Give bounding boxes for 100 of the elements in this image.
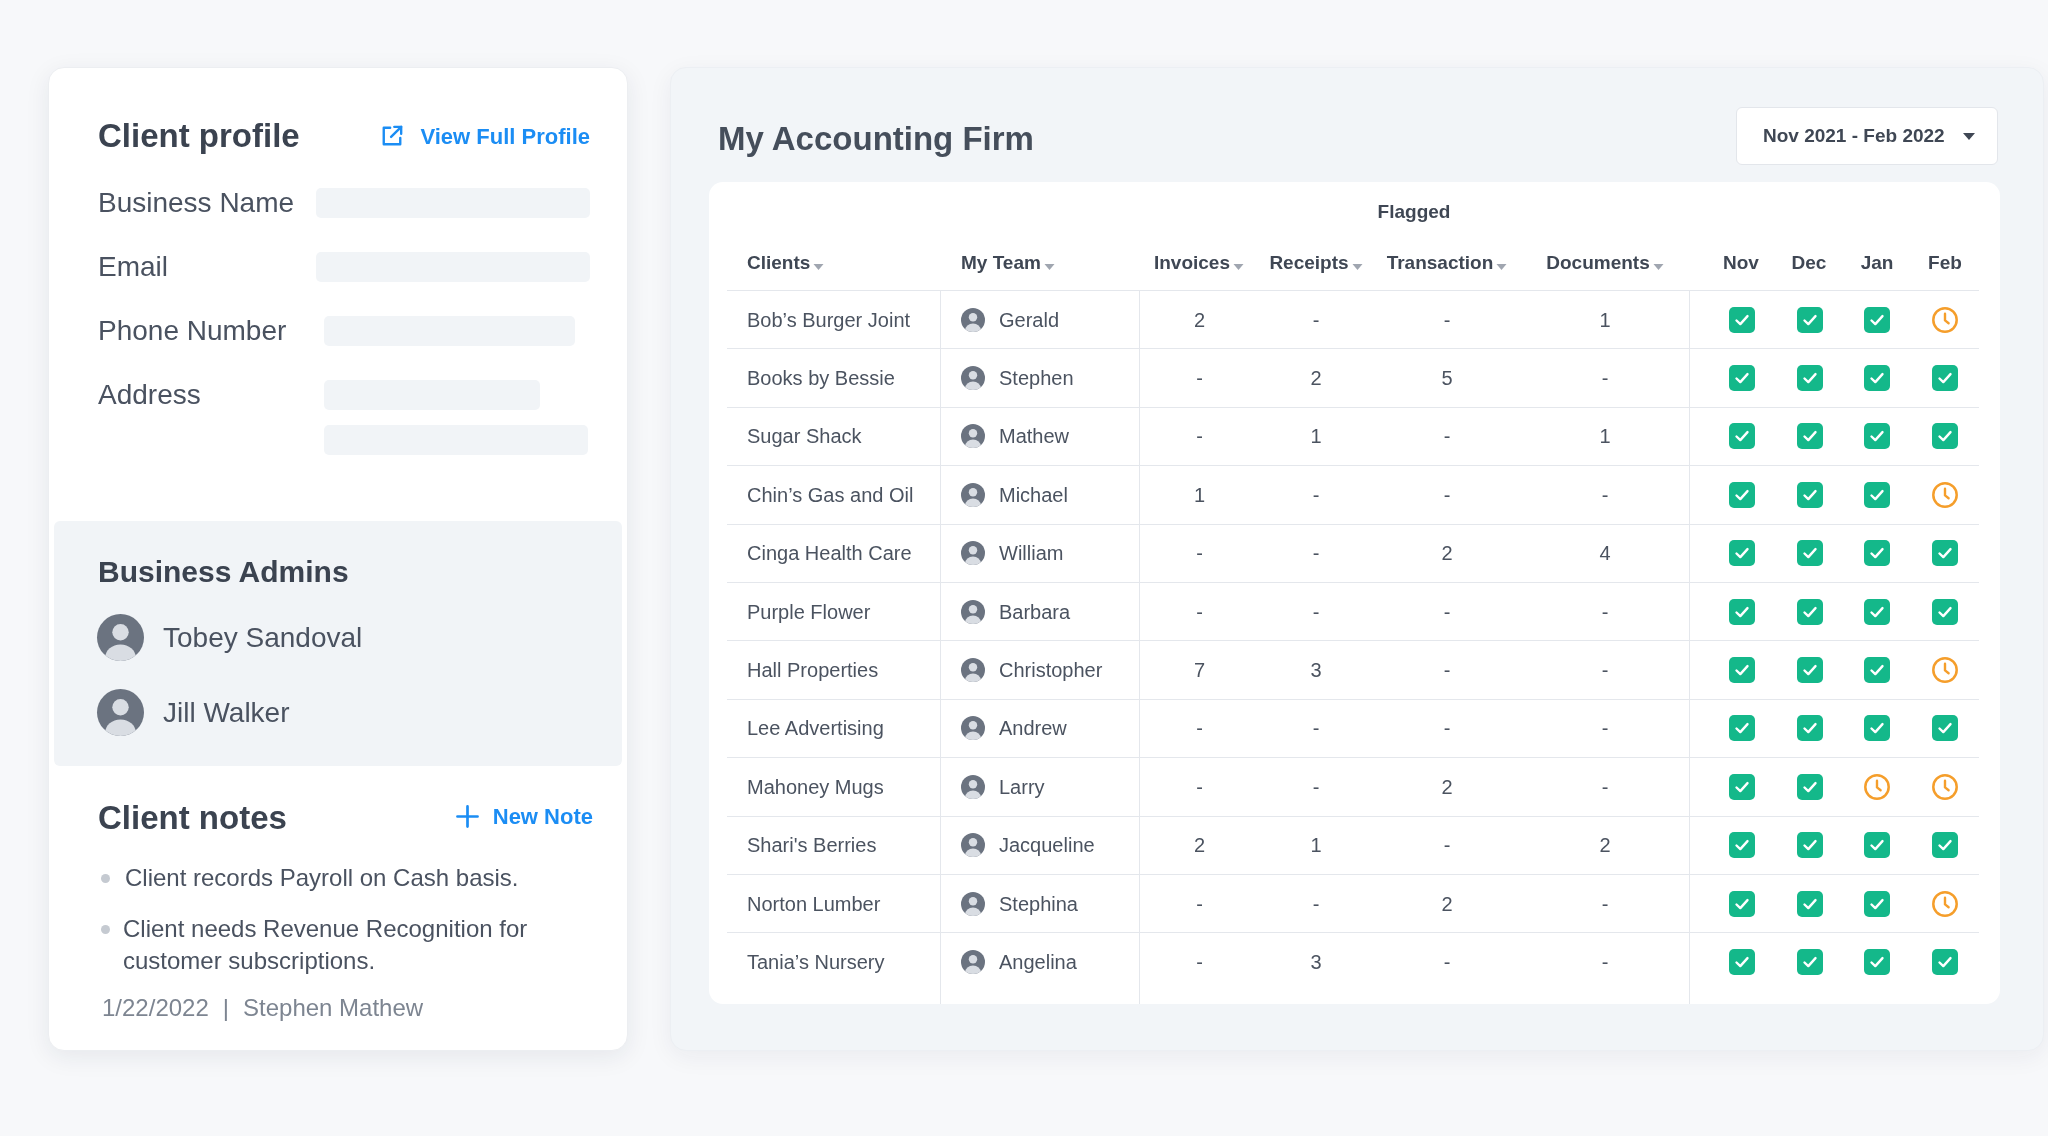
column-group-header: Flagged	[1377, 200, 1451, 224]
document-count: 1	[1599, 307, 1611, 333]
sort-caret-icon	[1351, 263, 1363, 270]
invoice-count: 2	[1193, 307, 1206, 333]
column-header[interactable]: Clients	[747, 248, 825, 278]
team-member-name: Mathew	[999, 424, 1070, 450]
avatar-icon	[961, 891, 985, 916]
document-count: -	[1601, 716, 1609, 742]
document-count: -	[1601, 774, 1609, 800]
receipt-count: -	[1312, 891, 1320, 917]
avatar-icon	[961, 424, 985, 449]
client-name: Norton Lumber	[747, 891, 881, 917]
avatar-icon	[961, 658, 985, 683]
team-member-name: Andrew	[999, 716, 1067, 742]
transaction-count: 2	[1441, 891, 1453, 917]
field-label: Email	[98, 250, 168, 284]
receipt-count: -	[1312, 482, 1320, 508]
avatar-icon	[961, 774, 985, 799]
avatar-icon	[961, 541, 985, 566]
team-member-name: Stephina	[999, 891, 1078, 917]
document-count: -	[1601, 599, 1609, 625]
team-member-name: Christopher	[999, 658, 1103, 684]
column-header: Nov	[1723, 250, 1759, 275]
receipt-count: -	[1312, 716, 1320, 742]
column-header[interactable]: My Team	[961, 248, 1055, 278]
transaction-count: -	[1443, 833, 1451, 859]
document-count: 2	[1599, 833, 1611, 859]
field-label: Business Name	[98, 186, 295, 220]
invoice-count: -	[1196, 891, 1203, 917]
column-header[interactable]: Invoices	[1153, 248, 1244, 278]
sort-caret-icon	[1496, 263, 1508, 270]
team-member-name: Gerald	[999, 307, 1060, 333]
receipt-count: 2	[1310, 366, 1322, 392]
client-name: Chin’s Gas and Oil	[747, 482, 914, 508]
sort-caret-icon	[1043, 263, 1055, 270]
transaction-count: 2	[1441, 774, 1453, 800]
sort-caret-icon	[1652, 263, 1664, 270]
avatar-icon	[961, 833, 985, 858]
avatar-icon	[961, 716, 985, 741]
section-title: Business Admins	[98, 554, 350, 590]
document-count: -	[1601, 658, 1609, 684]
transaction-count: -	[1443, 307, 1451, 333]
client-name: Hall Properties	[747, 658, 879, 684]
plus-icon	[455, 804, 479, 828]
receipt-count: -	[1312, 599, 1320, 625]
team-member-name: Angelina	[999, 950, 1077, 975]
sort-caret-icon	[1233, 263, 1244, 270]
note-author: Stephen Mathew	[243, 993, 424, 1023]
client-name: Shari's Berries	[747, 833, 877, 859]
invoice-count: -	[1196, 424, 1203, 450]
invoice-count: -	[1196, 366, 1203, 392]
separator: |	[222, 993, 229, 1023]
receipt-count: -	[1312, 774, 1320, 800]
receipt-count: 1	[1310, 424, 1322, 450]
caret-down-icon	[1963, 132, 1975, 140]
column-header[interactable]: Transaction	[1386, 248, 1508, 278]
invoice-count: 2	[1193, 833, 1206, 859]
column-header: Dec	[1791, 250, 1827, 275]
date-range-dropdown[interactable]: Nov 2021 - Feb 2022	[1736, 107, 1998, 165]
client-name: Sugar Shack	[747, 424, 862, 450]
client-name: Mahoney Mugs	[747, 774, 884, 800]
transaction-count: -	[1443, 950, 1451, 975]
transaction-count: -	[1443, 658, 1451, 684]
team-member-name: Jacqueline	[999, 833, 1095, 859]
document-count: 1	[1599, 424, 1611, 450]
column-header: Feb	[1928, 250, 1962, 275]
column-header[interactable]: Documents	[1546, 248, 1664, 278]
receipt-count: -	[1312, 307, 1320, 333]
receipt-count: 3	[1310, 658, 1322, 684]
avatar-icon	[97, 614, 144, 661]
avatar-icon	[961, 366, 985, 391]
section-title: Client notes	[98, 798, 287, 839]
avatar-icon	[961, 307, 985, 332]
client-name: Cinga Health Care	[747, 541, 912, 567]
team-member-name: Larry	[999, 774, 1045, 800]
team-member-name: Barbara	[999, 599, 1071, 625]
client-name: Books by Bessie	[747, 366, 895, 392]
note-text: Client needs Revenue Recognition for customer subscriptions.	[123, 914, 529, 976]
invoice-count: -	[1196, 599, 1203, 625]
client-name: Bob’s Burger Joint	[747, 307, 911, 333]
invoice-count: -	[1196, 541, 1203, 567]
avatar-icon	[97, 689, 144, 736]
invoice-count: 1	[1193, 482, 1206, 508]
document-count: 4	[1599, 541, 1611, 567]
team-member-name: William	[999, 541, 1064, 567]
document-count: -	[1601, 891, 1609, 917]
team-member-name: Michael	[999, 482, 1068, 508]
avatar-icon	[961, 950, 985, 974]
receipt-count: 3	[1310, 950, 1322, 975]
bullet-icon	[101, 924, 110, 934]
invoice-count: -	[1196, 716, 1203, 742]
client-name: Lee Advertising	[747, 716, 884, 742]
bullet-icon	[101, 873, 110, 883]
transaction-count: -	[1443, 482, 1451, 508]
transaction-count: -	[1443, 424, 1451, 450]
column-header[interactable]: Receipts	[1269, 248, 1363, 278]
note-text: Client records Payroll on Cash basis.	[125, 863, 519, 893]
admin-name: Jill Walker	[163, 695, 290, 730]
section-title: Client profile	[98, 116, 300, 157]
field-label: Phone Number	[98, 314, 287, 348]
